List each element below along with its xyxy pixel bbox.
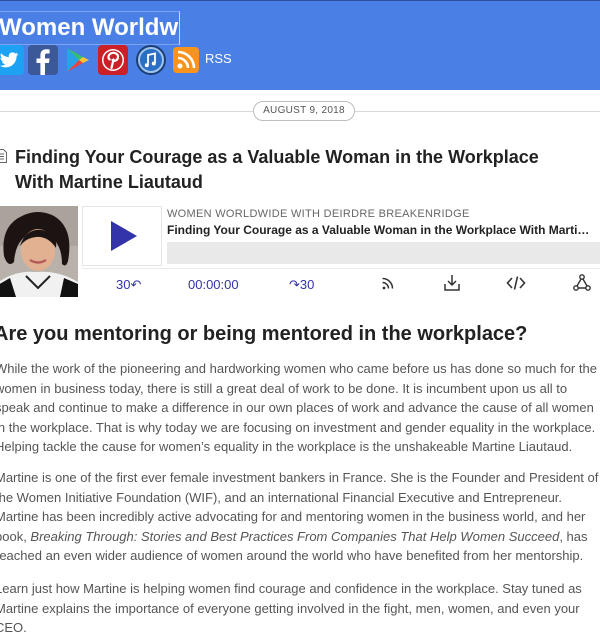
- post-title-line1: Finding Your Courage as a Valuable Woman…: [15, 147, 539, 167]
- play-button[interactable]: [82, 206, 162, 266]
- article-paragraph-2: Martine is one of the first ever female …: [0, 468, 600, 566]
- post-date: AUGUST 9, 2018: [253, 101, 355, 121]
- rss-link[interactable]: RSS: [205, 51, 232, 66]
- itunes-icon[interactable]: [136, 45, 166, 75]
- pinterest-icon[interactable]: [98, 45, 128, 75]
- post-title-line2: With Martine Liautaud: [15, 172, 203, 192]
- document-icon: [0, 149, 7, 163]
- embed-code-icon[interactable]: [506, 273, 526, 293]
- episode-title[interactable]: Finding Your Courage as a Valuable Woman…: [167, 223, 592, 237]
- facebook-icon[interactable]: [28, 45, 58, 75]
- podcast-name[interactable]: WOMEN WORLDWIDE WITH DEIRDRE BREAKENRIDG…: [167, 208, 470, 220]
- subscribe-rss-icon[interactable]: [378, 273, 398, 293]
- rss-icon[interactable]: [173, 47, 199, 73]
- google-play-icon[interactable]: [62, 45, 92, 75]
- twitter-icon[interactable]: [0, 45, 24, 75]
- article-paragraph-1: While the work of the pioneering and har…: [0, 361, 597, 454]
- current-time: 00:00:00: [188, 277, 239, 292]
- article-heading: Are you mentoring or being mentored in t…: [0, 323, 528, 345]
- site-header: Women Worldwide RSS: [0, 0, 600, 90]
- podcast-player: WOMEN WORLDWIDE WITH DEIRDRE BREAKENRIDG…: [82, 206, 600, 297]
- share-icon[interactable]: [572, 273, 592, 293]
- article-paragraph-3: Learn just how Martine is helping women …: [0, 581, 582, 635]
- site-title[interactable]: Women Worldwide: [0, 11, 180, 45]
- controls-divider: [82, 268, 600, 269]
- forward-30-button[interactable]: ↷30: [289, 277, 314, 293]
- progress-bar[interactable]: [167, 242, 600, 264]
- post-title[interactable]: Finding Your Courage as a Valuable Woman…: [15, 145, 600, 195]
- book-title: Breaking Through: Stories and Best Pract…: [30, 528, 560, 544]
- rewind-30-button[interactable]: 30↶: [116, 277, 141, 293]
- guest-photo: [0, 206, 78, 297]
- download-icon[interactable]: [442, 273, 462, 293]
